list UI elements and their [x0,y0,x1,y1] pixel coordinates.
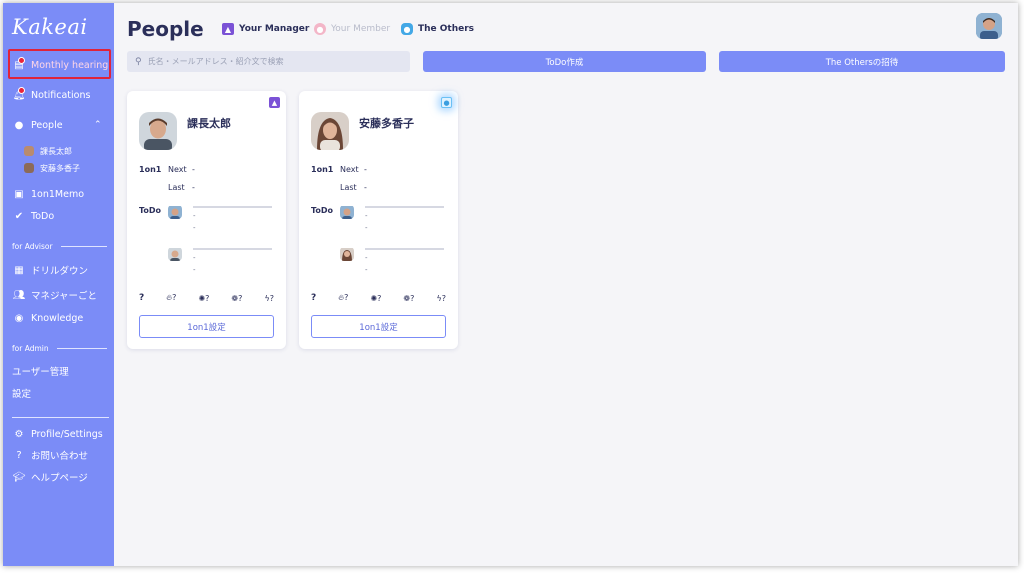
person-circle-icon: ● [314,23,326,35]
sidebar-item-monthly-hearing[interactable]: ▤ Monthly hearing [12,56,110,74]
last-value: - [192,183,195,192]
todo-value: - [365,224,368,232]
gear-icon: ⚙ [14,428,24,440]
others-badge-icon: ● [441,97,452,108]
todo-create-button[interactable]: ToDo作成 [423,51,706,72]
sidebar-item-people[interactable]: ● People ⌃ [12,116,110,134]
sun-status: ✺? [370,293,382,303]
sidebar: Kakeai ▤ Monthly hearing 🔔︎ Notification… [3,3,114,566]
question-mark: ? [311,293,317,303]
sidebar-item-profile[interactable]: ⚙ Profile/Settings [12,425,110,443]
users-icon: 👥︎ [12,289,26,301]
1on1-settings-button[interactable]: 1on1設定 [139,315,274,338]
sidebar-item-help[interactable]: 🎓︎ ヘルプページ [12,468,110,486]
todo-value: - [365,254,368,262]
sidebar-item-knowledge[interactable]: ◉ Knowledge [12,309,110,327]
person-name[interactable]: 安藤多香子 [359,115,414,131]
search-input[interactable]: ⚲ 氏名・メールアドレス・紹介文で検索 [127,51,410,72]
filter-the-others[interactable]: ● The Others [401,23,474,35]
invite-others-button[interactable]: The Othersの招待 [719,51,1005,72]
person-icon: ● [14,119,24,131]
bell-icon: 🔔︎ [12,86,26,101]
person-rounded-icon: ● [401,23,413,35]
sun-status: ✺? [198,293,210,303]
sidebar-item-contact[interactable]: ? お問い合わせ [12,446,110,464]
avatar [340,205,354,219]
page-title: People [127,17,204,41]
1on1-settings-button[interactable]: 1on1設定 [311,315,446,338]
question-mark: ? [139,293,145,303]
todo-value: - [193,254,196,262]
label-todo: ToDo [311,206,334,215]
section-label-advisor: for Advisor [12,242,107,251]
avatar [24,146,34,156]
last-label: Last [168,183,185,192]
fire-status: 🔥︎? [166,293,177,302]
label-1on1: 1on1 [139,165,162,174]
fire-status: 🔥︎? [338,293,349,302]
person-photo [311,112,349,150]
label-1on1: 1on1 [311,165,334,174]
compass-icon: ◉ [14,312,24,324]
next-label: Next [168,165,187,174]
sidebar-item-memo[interactable]: ▣ 1on1Memo [12,185,110,203]
avatar [24,163,34,173]
status-icons-row: ? 🔥︎? ✺? ❁? ϟ? [139,293,274,303]
sidebar-divider [12,417,109,418]
filter-your-manager[interactable]: ▲ Your Manager [222,23,309,35]
person-card[interactable]: ▲ 課長太郎 1on1 Next - Last - ToDo - - - - ?… [127,91,286,349]
sidebar-person-item[interactable]: 課長太郎 [24,144,72,158]
manager-badge-icon: ▲ [269,97,280,108]
todo-value: - [365,212,368,220]
app-logo[interactable]: Kakeai [12,15,88,39]
calendar-icon: ▤ [12,56,26,71]
search-icon: ⚲ [135,56,142,67]
person-badge-icon: ▲ [222,23,234,35]
chevron-up-icon[interactable]: ⌃ [94,120,102,130]
check-circle-icon: ✔ [14,210,24,222]
bolt-status: ϟ? [264,293,274,303]
todo-value: - [365,266,368,274]
sidebar-item-drilldown[interactable]: ▦ ドリルダウン [12,261,110,279]
todo-progress [193,248,272,250]
sidebar-item-todo[interactable]: ✔ ToDo [12,207,110,225]
next-value: - [192,165,195,174]
memo-icon: ▣ [14,188,24,200]
grid-icon: ▦ [14,264,24,276]
flower-status: ❁? [403,293,415,303]
todo-progress [365,248,444,250]
todo-progress [365,206,444,208]
person-card[interactable]: ● 安藤多香子 1on1 Next - Last - ToDo - - - - [299,91,458,349]
last-value: - [364,183,367,192]
next-label: Next [340,165,359,174]
app-window: Kakeai ▤ Monthly hearing 🔔︎ Notification… [3,3,1018,566]
todo-value: - [193,212,196,220]
graduation-cap-icon: 🎓︎ [12,471,26,483]
todo-value: - [193,266,196,274]
section-label-admin: for Admin [12,344,107,353]
avatar [340,247,354,261]
status-icons-row: ? 🔥︎? ✺? ❁? ϟ? [311,293,446,303]
sidebar-item-manager-each[interactable]: 👥︎ マネジャーごと [12,286,110,304]
avatar [168,247,182,261]
todo-progress [193,206,272,208]
sidebar-item-user-admin[interactable]: ユーザー管理 [12,362,110,380]
question-circle-icon: ? [16,449,22,461]
person-name[interactable]: 課長太郎 [187,115,231,131]
sidebar-item-notifications[interactable]: 🔔︎ Notifications [12,86,110,104]
next-value: - [364,165,367,174]
bolt-status: ϟ? [436,293,446,303]
filter-your-member[interactable]: ● Your Member [314,23,390,35]
label-todo: ToDo [139,206,162,215]
user-avatar[interactable] [976,13,1002,39]
sidebar-item-settings[interactable]: 設定 [12,384,110,402]
todo-value: - [193,224,196,232]
avatar [168,205,182,219]
last-label: Last [340,183,357,192]
person-photo [139,112,177,150]
flower-status: ❁? [231,293,243,303]
sidebar-person-item[interactable]: 安藤多香子 [24,161,80,175]
